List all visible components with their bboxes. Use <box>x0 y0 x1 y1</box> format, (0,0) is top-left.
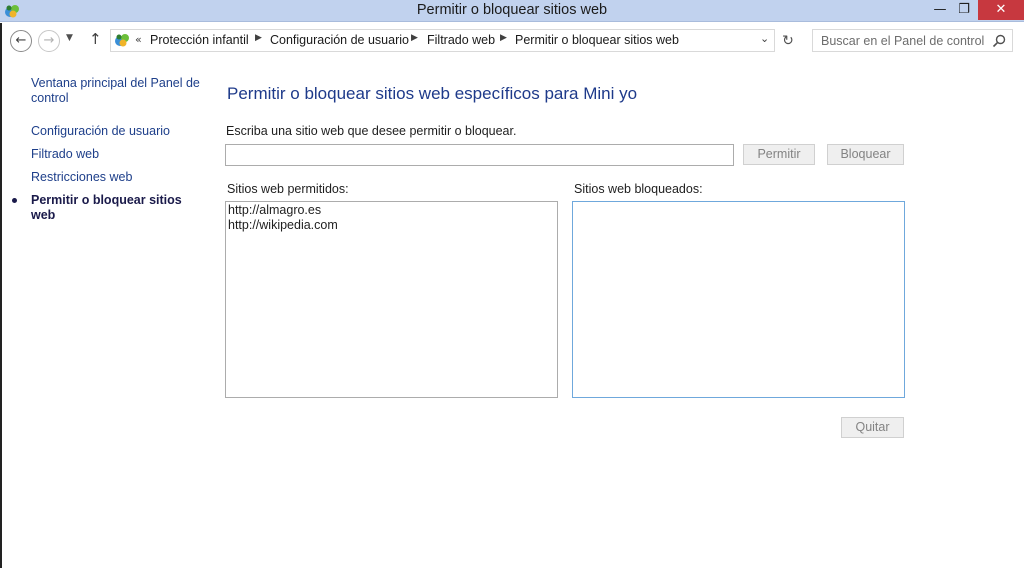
recent-locations-icon[interactable]: ▼ <box>66 33 73 43</box>
allowed-sites-label: Sitios web permitidos: <box>227 182 349 196</box>
remove-button[interactable]: Quitar <box>841 417 904 438</box>
breadcrumb-overflow-icon[interactable]: « <box>135 33 142 46</box>
window-left-edge <box>0 23 2 568</box>
instruction-label: Escriba una sitio web que desee permitir… <box>226 124 517 138</box>
close-button[interactable]: ✕ <box>978 0 1024 20</box>
window-title: Permitir o bloquear sitios web <box>416 2 608 18</box>
sidebar: Ventana principal del Panel de control C… <box>0 60 210 568</box>
minimize-button[interactable]: — <box>928 0 952 20</box>
search-icon[interactable] <box>991 33 1007 49</box>
search-box <box>812 29 1013 52</box>
blocked-sites-list[interactable] <box>572 201 905 398</box>
address-bar[interactable]: « Protección infantil ▶ Configuración de… <box>110 29 775 52</box>
allow-button[interactable]: Permitir <box>743 144 815 165</box>
forward-button[interactable]: → <box>38 30 60 52</box>
blocked-sites-label: Sitios web bloqueados: <box>574 182 703 196</box>
current-page-bullet <box>12 198 17 203</box>
chevron-down-icon[interactable]: ⌄ <box>760 32 769 45</box>
website-input[interactable] <box>225 144 734 166</box>
title-bar: Permitir o bloquear sitios web — ❐ ✕ <box>0 0 1024 22</box>
breadcrumb-chevron-icon[interactable]: ▶ <box>411 33 418 43</box>
up-button[interactable]: ↑ <box>89 30 102 48</box>
block-button[interactable]: Bloquear <box>827 144 904 165</box>
search-input[interactable] <box>813 30 988 51</box>
sidebar-item-web-restrictions[interactable]: Restricciones web <box>31 170 201 185</box>
sidebar-item-control-panel-home[interactable]: Ventana principal del Panel de control <box>31 76 201 106</box>
breadcrumb-item[interactable]: Permitir o bloquear sitios web <box>515 33 679 47</box>
breadcrumb-item[interactable]: Protección infantil <box>150 33 249 47</box>
navigation-bar: ← → ▼ ↑ « Protección infantil ▶ Configur… <box>0 23 1024 60</box>
breadcrumb-item[interactable]: Filtrado web <box>427 33 495 47</box>
sidebar-item-allow-block-sites: Permitir o bloquear sitios web <box>31 193 182 222</box>
sidebar-item-web-filtering[interactable]: Filtrado web <box>31 147 201 162</box>
breadcrumb-item[interactable]: Configuración de usuario <box>270 33 409 47</box>
back-button[interactable]: ← <box>10 30 32 52</box>
list-item[interactable]: http://wikipedia.com <box>226 218 557 233</box>
refresh-icon[interactable]: ↻ <box>777 30 799 53</box>
sidebar-item-user-settings[interactable]: Configuración de usuario <box>31 124 201 139</box>
list-item[interactable]: http://almagro.es <box>226 203 557 218</box>
allowed-sites-list[interactable]: http://almagro.es http://wikipedia.com <box>225 201 558 398</box>
breadcrumb-chevron-icon[interactable]: ▶ <box>500 33 507 43</box>
breadcrumb-chevron-icon[interactable]: ▶ <box>255 33 262 43</box>
control-panel-icon <box>115 34 129 47</box>
page-title: Permitir o bloquear sitios web específic… <box>227 84 638 103</box>
restore-button[interactable]: ❐ <box>952 0 976 20</box>
